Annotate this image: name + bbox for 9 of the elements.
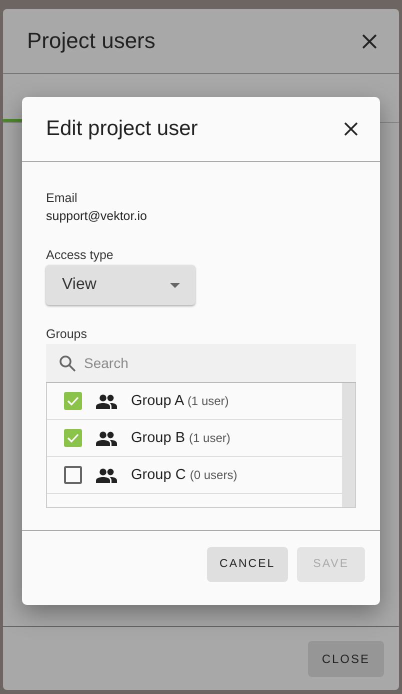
dialog-title: Project users [27, 28, 156, 54]
field-label: Groups [46, 327, 88, 341]
group-name: Group B (1 user) [131, 430, 230, 446]
field-label: Access type [46, 248, 114, 262]
dialog-title: Edit project user [46, 117, 198, 141]
group-name: Group A (1 user) [131, 393, 229, 409]
group-name: Group C (0 users) [131, 467, 238, 483]
email-value: support@vektor.io [46, 209, 148, 223]
field-label: Email [46, 191, 78, 205]
